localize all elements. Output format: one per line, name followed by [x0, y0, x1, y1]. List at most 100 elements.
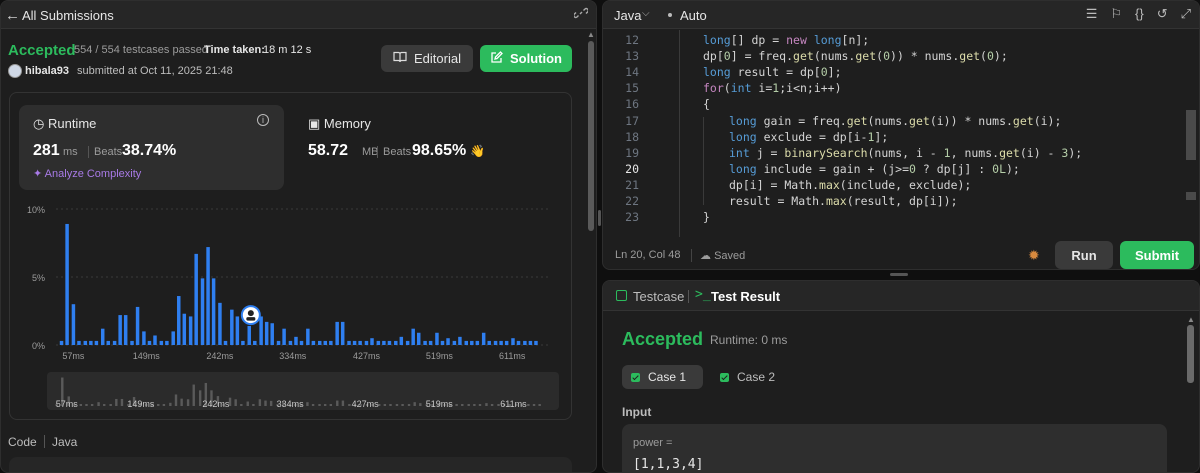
- chart-bar[interactable]: [475, 340, 480, 345]
- chart-bar[interactable]: [364, 340, 369, 345]
- horizontal-resize-handle[interactable]: [890, 273, 908, 276]
- chart-bar[interactable]: [317, 340, 322, 345]
- chart-bar[interactable]: [423, 340, 427, 345]
- chart-bar[interactable]: [65, 223, 69, 345]
- chart-bar[interactable]: [159, 340, 164, 345]
- code-line[interactable]: 16 {: [603, 96, 1193, 112]
- chart-bar[interactable]: [241, 340, 245, 345]
- chart-bar[interactable]: [235, 316, 240, 345]
- chart-bar[interactable]: [182, 313, 187, 345]
- chart-bar[interactable]: [206, 247, 210, 345]
- chart-bar[interactable]: [247, 325, 251, 345]
- info-icon[interactable]: i: [257, 114, 269, 126]
- chart-bar[interactable]: [470, 340, 474, 345]
- chart-bar[interactable]: [135, 306, 140, 345]
- chart-bar[interactable]: [194, 253, 198, 345]
- chart-bar[interactable]: [83, 340, 88, 345]
- chart-bar[interactable]: [387, 340, 392, 345]
- chart-bar[interactable]: [282, 328, 286, 345]
- chart-bar[interactable]: [352, 340, 357, 345]
- vertical-resize-handle[interactable]: [598, 210, 601, 226]
- chart-bar[interactable]: [376, 340, 381, 345]
- chart-bar[interactable]: [452, 340, 457, 345]
- link-icon[interactable]: [573, 6, 589, 23]
- chart-bar[interactable]: [405, 340, 410, 345]
- submit-button[interactable]: Submit: [1120, 241, 1194, 269]
- chart-bar[interactable]: [399, 336, 404, 345]
- chart-bar[interactable]: [165, 340, 169, 345]
- chart-bar[interactable]: [481, 332, 486, 345]
- editorial-button[interactable]: Editorial: [381, 45, 473, 72]
- chart-bar[interactable]: [153, 335, 157, 345]
- language-select[interactable]: Java: [614, 8, 641, 23]
- chart-bar[interactable]: [142, 331, 146, 345]
- scrollbar[interactable]: [1187, 325, 1194, 383]
- chart-bar[interactable]: [347, 340, 351, 345]
- chart-bar[interactable]: [464, 340, 468, 345]
- all-submissions-link[interactable]: All Submissions: [22, 8, 114, 23]
- code-line[interactable]: 21 dp[i] = Math.max(include, exclude);: [603, 177, 1193, 193]
- fullscreen-icon[interactable]: ⤢: [1181, 6, 1191, 22]
- code-line[interactable]: 13 dp[0] = freq.get(nums.get(0)) * nums.g…: [603, 48, 1193, 64]
- chart-bar[interactable]: [77, 340, 81, 345]
- chart-bar[interactable]: [264, 321, 269, 345]
- code-line[interactable]: 22 result = Math.max(result, dp[i]);: [603, 193, 1193, 209]
- chart-bar[interactable]: [358, 340, 362, 345]
- case-1-tab[interactable]: Case 1: [622, 365, 703, 389]
- code-line[interactable]: 19 int j = binarySearch(nums, i - 1, nums…: [603, 145, 1193, 161]
- chart-bar[interactable]: [440, 340, 445, 345]
- scroll-up-icon[interactable]: ▲: [587, 30, 595, 39]
- braces-icon[interactable]: {}: [1135, 6, 1144, 22]
- code-line[interactable]: 15 for(int i=1;i<n;i++): [603, 80, 1193, 96]
- chart-bar[interactable]: [130, 340, 134, 345]
- format-icon[interactable]: ☰: [1086, 6, 1098, 22]
- username[interactable]: hibala93: [25, 65, 69, 77]
- user-avatar-marker[interactable]: [240, 305, 261, 326]
- chart-bar[interactable]: [511, 338, 515, 345]
- scroll-up-icon[interactable]: ▲: [1187, 315, 1195, 324]
- chart-bar[interactable]: [200, 278, 205, 345]
- case-2-tab[interactable]: Case 2: [711, 365, 792, 389]
- back-arrow-icon[interactable]: ←: [5, 7, 20, 24]
- chart-bar[interactable]: [100, 328, 105, 345]
- chart-bar[interactable]: [446, 338, 450, 345]
- chart-bar[interactable]: [223, 340, 228, 345]
- code-editor[interactable]: 12 long[] dp = new long[n]; 13 dp[0] = freq…: [603, 30, 1199, 237]
- code-line[interactable]: 14 long result = dp[0];: [603, 64, 1193, 80]
- run-button[interactable]: Run: [1055, 241, 1113, 269]
- chart-bar[interactable]: [435, 332, 439, 345]
- chart-bar[interactable]: [329, 340, 333, 345]
- chart-bar[interactable]: [411, 328, 415, 345]
- chart-bar[interactable]: [504, 340, 509, 345]
- chart-bar[interactable]: [370, 338, 374, 345]
- code-line[interactable]: 12 long[] dp = new long[n];: [603, 32, 1193, 48]
- chart-bar[interactable]: [528, 340, 533, 345]
- chart-bar[interactable]: [499, 340, 503, 345]
- chart-bar[interactable]: [177, 296, 181, 345]
- analyze-complexity-link[interactable]: ✦ Analyze Complexity: [33, 167, 141, 180]
- code-line[interactable]: 20 long include = gain + (j>=0 ? dp[j] : …: [603, 161, 1193, 177]
- chart-bar[interactable]: [523, 340, 527, 345]
- chart-bar[interactable]: [112, 340, 117, 345]
- chart-bar[interactable]: [259, 316, 263, 345]
- chart-bar[interactable]: [59, 340, 64, 345]
- code-line[interactable]: 18 long exclude = dp[i-1];: [603, 129, 1193, 145]
- chart-bar[interactable]: [171, 331, 175, 345]
- chevron-down-icon[interactable]: ⌵: [642, 8, 650, 19]
- editor-scrollbar[interactable]: [1186, 110, 1196, 160]
- chart-bar[interactable]: [94, 340, 99, 345]
- scrollbar[interactable]: [588, 41, 594, 231]
- chart-bar[interactable]: [428, 340, 433, 345]
- chart-bar[interactable]: [382, 340, 386, 345]
- chart-bar[interactable]: [306, 328, 310, 345]
- chart-bar[interactable]: [218, 302, 222, 345]
- chart-bar[interactable]: [294, 336, 298, 345]
- chart-bar[interactable]: [340, 321, 345, 345]
- chart-bar[interactable]: [89, 340, 93, 345]
- chart-bar[interactable]: [394, 340, 398, 345]
- chart-bar[interactable]: [270, 323, 274, 345]
- chart-bar[interactable]: [323, 340, 328, 345]
- auto-mode[interactable]: Auto: [680, 8, 707, 23]
- chart-bar[interactable]: [288, 340, 293, 345]
- chart-bar[interactable]: [299, 340, 304, 345]
